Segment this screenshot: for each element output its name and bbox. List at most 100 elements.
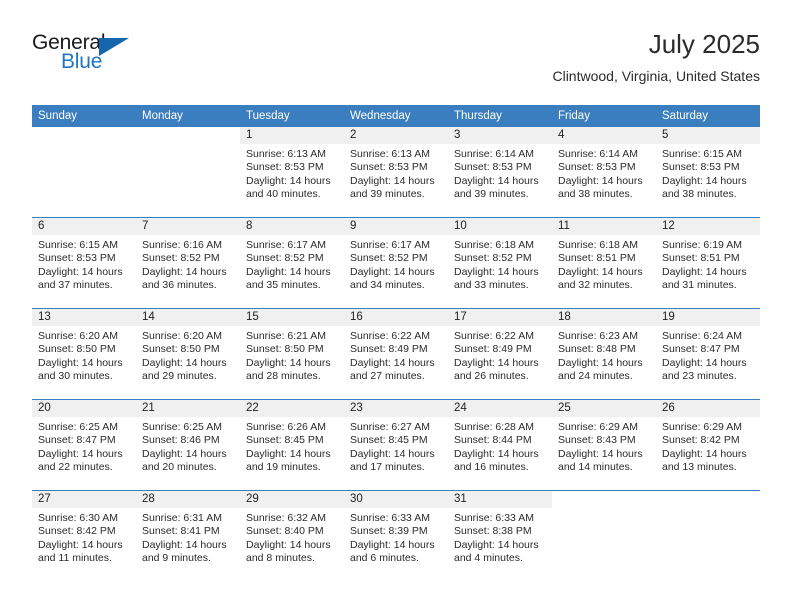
calendar-day-cell[interactable]: 26 Sunrise: 6:29 AM Sunset: 8:42 PM Dayligh…	[656, 399, 760, 491]
day-details: Sunrise: 6:20 AM Sunset: 8:50 PM Daylight:…	[136, 326, 240, 384]
day-number: 4	[552, 127, 656, 144]
day-cell-inner: 13 Sunrise: 6:20 AM Sunset: 8:50 PM Dayligh…	[32, 309, 136, 399]
calendar-day-cell[interactable]: 17 Sunrise: 6:22 AM Sunset: 8:49 PM Dayligh…	[448, 308, 552, 400]
daylight-text: Daylight: 14 hours	[454, 447, 539, 460]
day-number: 20	[32, 400, 136, 417]
sunrise-text: Sunrise: 6:26 AM	[246, 421, 326, 433]
weekday-header-thursday: Thursday	[448, 105, 552, 127]
day-cell-inner: 17 Sunrise: 6:22 AM Sunset: 8:49 PM Dayligh…	[448, 309, 552, 399]
sunset-text: Sunset: 8:53 PM	[246, 161, 324, 174]
daylight-text: Daylight: 14 hours	[662, 356, 747, 369]
calendar-day-cell[interactable]: 4 Sunrise: 6:14 AM Sunset: 8:53 PM Daylight…	[552, 127, 656, 218]
calendar-day-cell[interactable]: 29 Sunrise: 6:32 AM Sunset: 8:40 PM Dayligh…	[240, 490, 344, 581]
sunrise-text: Sunrise: 6:21 AM	[246, 330, 326, 342]
day-details: Sunrise: 6:28 AM Sunset: 8:44 PM Daylight:…	[448, 417, 552, 475]
day-number: 22	[240, 400, 344, 417]
sunset-text: Sunset: 8:53 PM	[454, 161, 532, 174]
calendar-day-cell[interactable]: 1 Sunrise: 6:13 AM Sunset: 8:53 PM Daylight…	[240, 127, 344, 218]
sunset-text: Sunset: 8:49 PM	[350, 343, 428, 356]
calendar-week-row: 6 Sunrise: 6:15 AM Sunset: 8:53 PM Daylight…	[32, 217, 760, 309]
day-number: 26	[656, 400, 760, 417]
daylight-text-cont: and 9 minutes.	[142, 552, 211, 565]
day-cell-inner: 5 Sunrise: 6:15 AM Sunset: 8:53 PM Daylight…	[656, 127, 760, 217]
day-number: 9	[344, 218, 448, 235]
sunset-text: Sunset: 8:43 PM	[558, 434, 636, 447]
calendar-day-cell[interactable]: 10 Sunrise: 6:18 AM Sunset: 8:52 PM Dayligh…	[448, 217, 552, 309]
weekday-header-row: Sunday Monday Tuesday Wednesday Thursday Frid…	[32, 105, 760, 127]
day-cell-inner: 23 Sunrise: 6:27 AM Sunset: 8:45 PM Dayligh…	[344, 400, 448, 490]
calendar-day-cell[interactable]: 27 Sunrise: 6:30 AM Sunset: 8:42 PM Dayligh…	[32, 490, 136, 581]
calendar-day-cell[interactable]: 2 Sunrise: 6:13 AM Sunset: 8:53 PM Daylight…	[344, 127, 448, 218]
calendar-day-cell[interactable]: 16 Sunrise: 6:22 AM Sunset: 8:49 PM Dayligh…	[344, 308, 448, 400]
day-cell-inner: 10 Sunrise: 6:18 AM Sunset: 8:52 PM Dayligh…	[448, 218, 552, 308]
daylight-text-cont: and 27 minutes.	[350, 370, 425, 383]
daylight-text: Daylight: 14 hours	[558, 265, 643, 278]
logo-text-blue: Blue	[61, 50, 103, 73]
daylight-text-cont: and 31 minutes.	[662, 279, 737, 292]
calendar-day-cell[interactable]: 3 Sunrise: 6:14 AM Sunset: 8:53 PM Daylight…	[448, 127, 552, 218]
day-cell-inner: 19 Sunrise: 6:24 AM Sunset: 8:47 PM Dayligh…	[656, 309, 760, 399]
calendar-day-cell[interactable]: 6 Sunrise: 6:15 AM Sunset: 8:53 PM Daylight…	[32, 217, 136, 309]
daylight-text-cont: and 29 minutes.	[142, 370, 217, 383]
calendar-day-cell[interactable]: 30 Sunrise: 6:33 AM Sunset: 8:39 PM Dayligh…	[344, 490, 448, 581]
calendar-body: 1 Sunrise: 6:13 AM Sunset: 8:53 PM Daylight…	[32, 127, 760, 581]
daylight-text-cont: and 39 minutes.	[350, 188, 425, 201]
daylight-text: Daylight: 14 hours	[38, 447, 123, 460]
calendar-table: Sunday Monday Tuesday Wednesday Thursday Frid…	[32, 105, 760, 581]
day-details: Sunrise: 6:20 AM Sunset: 8:50 PM Daylight:…	[32, 326, 136, 384]
day-number: 12	[656, 218, 760, 235]
day-cell-inner: 30 Sunrise: 6:33 AM Sunset: 8:39 PM Dayligh…	[344, 491, 448, 581]
calendar-day-cell[interactable]: 25 Sunrise: 6:29 AM Sunset: 8:43 PM Dayligh…	[552, 399, 656, 491]
day-number: 5	[656, 127, 760, 144]
calendar-day-cell[interactable]: 20 Sunrise: 6:25 AM Sunset: 8:47 PM Dayligh…	[32, 399, 136, 491]
daylight-text: Daylight: 14 hours	[350, 447, 435, 460]
sunrise-text: Sunrise: 6:27 AM	[350, 421, 430, 433]
daylight-text: Daylight: 14 hours	[38, 356, 123, 369]
calendar-day-cell[interactable]: 13 Sunrise: 6:20 AM Sunset: 8:50 PM Dayligh…	[32, 308, 136, 400]
calendar-day-cell[interactable]: 23 Sunrise: 6:27 AM Sunset: 8:45 PM Dayligh…	[344, 399, 448, 491]
day-details: Sunrise: 6:25 AM Sunset: 8:46 PM Daylight:…	[136, 417, 240, 475]
calendar-week-row: 27 Sunrise: 6:30 AM Sunset: 8:42 PM Dayligh…	[32, 490, 760, 581]
sunset-text: Sunset: 8:42 PM	[662, 434, 740, 447]
daylight-text-cont: and 22 minutes.	[38, 461, 113, 474]
calendar-day-cell[interactable]: 11 Sunrise: 6:18 AM Sunset: 8:51 PM Dayligh…	[552, 217, 656, 309]
calendar-day-cell[interactable]: 15 Sunrise: 6:21 AM Sunset: 8:50 PM Dayligh…	[240, 308, 344, 400]
daylight-text-cont: and 36 minutes.	[142, 279, 217, 292]
daylight-text: Daylight: 14 hours	[350, 174, 435, 187]
day-details: Sunrise: 6:21 AM Sunset: 8:50 PM Daylight:…	[240, 326, 344, 384]
day-cell-inner: 6 Sunrise: 6:15 AM Sunset: 8:53 PM Daylight…	[32, 218, 136, 308]
calendar-day-cell[interactable]: 5 Sunrise: 6:15 AM Sunset: 8:53 PM Daylight…	[656, 127, 760, 218]
calendar-day-cell[interactable]: 8 Sunrise: 6:17 AM Sunset: 8:52 PM Daylight…	[240, 217, 344, 309]
calendar-day-cell[interactable]: 12 Sunrise: 6:19 AM Sunset: 8:51 PM Dayligh…	[656, 217, 760, 309]
daylight-text-cont: and 39 minutes.	[454, 188, 529, 201]
day-cell-inner: 25 Sunrise: 6:29 AM Sunset: 8:43 PM Dayligh…	[552, 400, 656, 490]
calendar-day-cell[interactable]: 18 Sunrise: 6:23 AM Sunset: 8:48 PM Dayligh…	[552, 308, 656, 400]
daylight-text-cont: and 38 minutes.	[558, 188, 633, 201]
calendar-day-cell[interactable]: 28 Sunrise: 6:31 AM Sunset: 8:41 PM Dayligh…	[136, 490, 240, 581]
calendar-day-cell[interactable]: 31 Sunrise: 6:33 AM Sunset: 8:38 PM Dayligh…	[448, 490, 552, 581]
sunset-text: Sunset: 8:53 PM	[350, 161, 428, 174]
calendar-day-cell[interactable]: 22 Sunrise: 6:26 AM Sunset: 8:45 PM Dayligh…	[240, 399, 344, 491]
calendar-day-cell[interactable]: 9 Sunrise: 6:17 AM Sunset: 8:52 PM Daylight…	[344, 217, 448, 309]
sunrise-text: Sunrise: 6:33 AM	[350, 512, 430, 524]
calendar-day-cell[interactable]: 21 Sunrise: 6:25 AM Sunset: 8:46 PM Dayligh…	[136, 399, 240, 491]
daylight-text: Daylight: 14 hours	[558, 447, 643, 460]
sunset-text: Sunset: 8:41 PM	[142, 525, 220, 538]
calendar-day-cell[interactable]: 24 Sunrise: 6:28 AM Sunset: 8:44 PM Dayligh…	[448, 399, 552, 491]
daylight-text: Daylight: 14 hours	[662, 447, 747, 460]
day-number: 3	[448, 127, 552, 144]
weekday-header-wednesday: Wednesday	[344, 105, 448, 127]
calendar-day-cell[interactable]: 7 Sunrise: 6:16 AM Sunset: 8:52 PM Daylight…	[136, 217, 240, 309]
sunset-text: Sunset: 8:52 PM	[350, 252, 428, 265]
sunrise-text: Sunrise: 6:19 AM	[662, 239, 742, 251]
daylight-text-cont: and 35 minutes.	[246, 279, 321, 292]
daylight-text-cont: and 34 minutes.	[350, 279, 425, 292]
day-cell-inner: 15 Sunrise: 6:21 AM Sunset: 8:50 PM Dayligh…	[240, 309, 344, 399]
calendar-day-cell[interactable]: 19 Sunrise: 6:24 AM Sunset: 8:47 PM Dayligh…	[656, 308, 760, 400]
day-details: Sunrise: 6:24 AM Sunset: 8:47 PM Daylight:…	[656, 326, 760, 384]
daylight-text-cont: and 14 minutes.	[558, 461, 633, 474]
page-header: General Blue July 2025 Clintwood, Virgin…	[32, 28, 760, 96]
calendar-day-cell[interactable]: 14 Sunrise: 6:20 AM Sunset: 8:50 PM Dayligh…	[136, 308, 240, 400]
weekday-header-tuesday: Tuesday	[240, 105, 344, 127]
day-cell-inner: 21 Sunrise: 6:25 AM Sunset: 8:46 PM Dayligh…	[136, 400, 240, 490]
